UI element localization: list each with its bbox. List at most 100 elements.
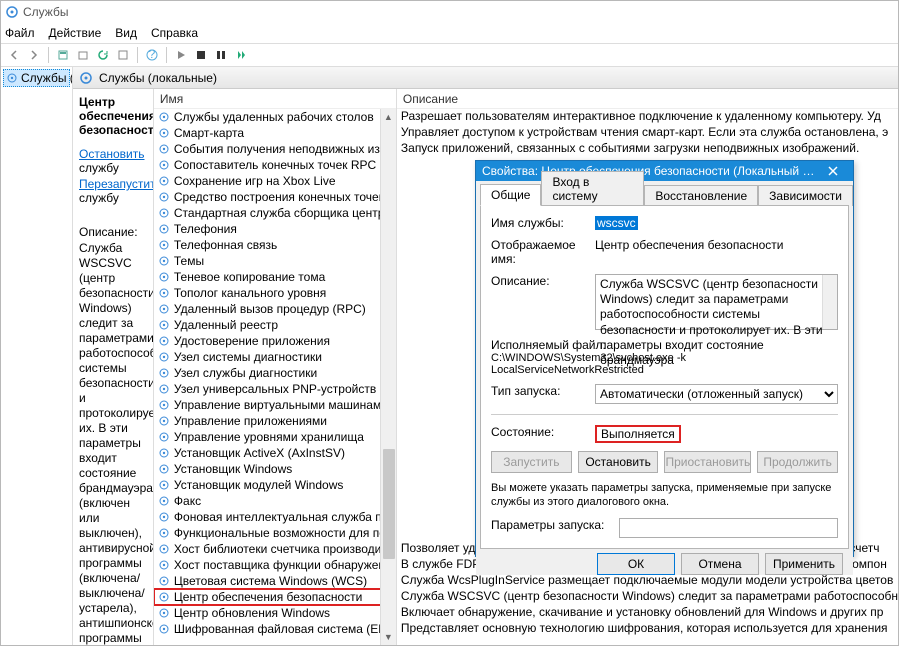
play-icon[interactable] <box>172 46 190 64</box>
startup-select[interactable]: Автоматически (отложенный запуск) <box>595 384 838 404</box>
stop-button[interactable]: Остановить <box>578 451 659 473</box>
service-name-label: События получения неподвижных изображен.… <box>174 142 396 156</box>
gear-icon <box>158 575 170 587</box>
gear-icon <box>158 543 170 555</box>
tab-recovery[interactable]: Восстановление <box>644 185 758 206</box>
service-name-label: Узел системы диагностики <box>174 350 322 364</box>
properties-icon[interactable] <box>54 46 72 64</box>
description-row: Разрешает пользователям интерактивное по… <box>399 109 898 125</box>
cancel-button[interactable]: Отмена <box>681 553 759 575</box>
service-name-label: Управление уровнями хранилища <box>174 430 364 444</box>
forward-icon[interactable] <box>25 46 43 64</box>
service-row[interactable]: Службы удаленных рабочих столов <box>154 109 396 125</box>
service-list[interactable]: Службы удаленных рабочих столовСмарт-кар… <box>154 109 396 645</box>
pause-icon[interactable] <box>212 46 230 64</box>
menu-action[interactable]: Действие <box>49 26 102 40</box>
description-box[interactable]: Служба WSCSVC (центр безопасности Window… <box>595 274 838 330</box>
restart-icon[interactable] <box>232 46 250 64</box>
export-icon[interactable] <box>74 46 92 64</box>
scroll-thumb[interactable] <box>383 449 395 559</box>
refresh-icon[interactable] <box>94 46 112 64</box>
properties-dialog: Свойства: Центр обеспечения безопасности… <box>475 160 854 557</box>
service-row[interactable]: Телефонная связь <box>154 237 396 253</box>
service-row[interactable]: Функциональные возможности для подключе.… <box>154 525 396 541</box>
stop-icon[interactable] <box>192 46 210 64</box>
service-name-label: Шифрованная файловая система (EFS) <box>174 622 396 636</box>
service-row[interactable]: Установщик Windows <box>154 461 396 477</box>
scroll-down-icon[interactable]: ▼ <box>381 629 396 645</box>
service-row[interactable]: Центр обновления Windows <box>154 605 396 621</box>
close-icon[interactable] <box>819 161 847 181</box>
service-row[interactable]: Установщик модулей Windows <box>154 477 396 493</box>
service-name-label: Теневое копирование тома <box>174 270 325 284</box>
start-button: Запустить <box>491 451 572 473</box>
tab-dependencies[interactable]: Зависимости <box>758 185 853 206</box>
startup-note: Вы можете указать параметры запуска, при… <box>491 481 838 510</box>
gear-icon <box>79 71 93 85</box>
service-row[interactable]: Удаленный реестр <box>154 317 396 333</box>
service-row[interactable]: Фоновая интеллектуальная служба передачи… <box>154 509 396 525</box>
props-icon[interactable] <box>114 46 132 64</box>
service-name-label: Установщик ActiveX (AxInstSV) <box>174 446 345 460</box>
tab-logon[interactable]: Вход в систему <box>541 171 644 206</box>
tab-page-general: Имя службы: wscsvc Отображаемое имя: Цен… <box>480 205 849 549</box>
service-row[interactable]: Шифрованная файловая система (EFS) <box>154 621 396 637</box>
tree-root-label: Службы (л <box>21 71 73 85</box>
scrollbar[interactable] <box>822 275 837 329</box>
service-row[interactable]: Телефония <box>154 221 396 237</box>
service-row[interactable]: Центр обеспечения безопасности <box>154 589 396 605</box>
service-name-label: Установщик Windows <box>174 462 292 476</box>
gear-icon <box>158 127 170 139</box>
service-row[interactable]: Узел службы диагностики <box>154 365 396 381</box>
service-row[interactable]: Сопоставитель конечных точек RPC <box>154 157 396 173</box>
column-header-name[interactable]: Имя <box>154 89 396 109</box>
toolbar-separator <box>166 47 167 63</box>
service-row[interactable]: Теневое копирование тома <box>154 269 396 285</box>
service-row[interactable]: Сохранение игр на Xbox Live <box>154 173 396 189</box>
apply-button[interactable]: Применить <box>765 553 843 575</box>
tab-general[interactable]: Общие <box>480 184 541 206</box>
service-row[interactable]: Тополог канального уровня <box>154 285 396 301</box>
service-row[interactable]: Стандартная служба сборщика центра диагн… <box>154 205 396 221</box>
service-row[interactable]: Факс <box>154 493 396 509</box>
gear-icon <box>158 255 170 267</box>
service-row[interactable]: Управление виртуальными машинами Hyper-V <box>154 397 396 413</box>
label-description: Описание: <box>491 274 587 288</box>
menu-view[interactable]: Вид <box>115 26 137 40</box>
stop-link[interactable]: Остановить <box>79 147 145 161</box>
ok-button[interactable]: ОК <box>597 553 675 575</box>
window-titlebar: Службы <box>1 1 898 23</box>
label-display-name: Отображаемое имя: <box>491 238 587 266</box>
service-name-label: Узел службы диагностики <box>174 366 317 380</box>
menu-help[interactable]: Справка <box>151 26 198 40</box>
menu-file[interactable]: Файл <box>5 26 35 40</box>
service-row[interactable]: Удостоверение приложения <box>154 333 396 349</box>
service-row[interactable]: События получения неподвижных изображен.… <box>154 141 396 157</box>
description-row: Включает обнаружение, скачивание и устан… <box>399 605 898 621</box>
help-icon[interactable]: ? <box>143 46 161 64</box>
service-row[interactable]: Темы <box>154 253 396 269</box>
value-display-name: Центр обеспечения безопасности <box>595 238 838 252</box>
restart-link[interactable]: Перезапустить <box>79 177 154 191</box>
service-row[interactable]: Хост библиотеки счетчика производительно… <box>154 541 396 557</box>
service-row[interactable]: Смарт-карта <box>154 125 396 141</box>
service-row[interactable]: Средство построения конечных точек Windo… <box>154 189 396 205</box>
gear-icon <box>158 239 170 251</box>
service-row[interactable]: Установщик ActiveX (AxInstSV) <box>154 445 396 461</box>
service-row[interactable]: Узел системы диагностики <box>154 349 396 365</box>
service-row[interactable]: Цветовая система Windows (WCS) <box>154 573 396 589</box>
service-row[interactable]: Удаленный вызов процедур (RPC) <box>154 301 396 317</box>
scroll-up-icon[interactable]: ▲ <box>381 109 396 125</box>
params-input[interactable] <box>619 518 838 538</box>
service-row[interactable]: Хост поставщика функции обнаружения <box>154 557 396 573</box>
tree-root[interactable]: Службы (л <box>3 69 70 87</box>
dialog-titlebar[interactable]: Свойства: Центр обеспечения безопасности… <box>476 161 853 181</box>
gear-icon <box>158 175 170 187</box>
service-row[interactable]: Узел универсальных PNP-устройств <box>154 381 396 397</box>
column-header-desc[interactable]: Описание <box>397 89 898 109</box>
service-row[interactable]: Управление приложениями <box>154 413 396 429</box>
value-service-name[interactable]: wscsvc <box>595 216 638 230</box>
scrollbar[interactable]: ▲ ▼ <box>380 109 396 645</box>
service-row[interactable]: Управление уровнями хранилища <box>154 429 396 445</box>
back-icon[interactable] <box>5 46 23 64</box>
